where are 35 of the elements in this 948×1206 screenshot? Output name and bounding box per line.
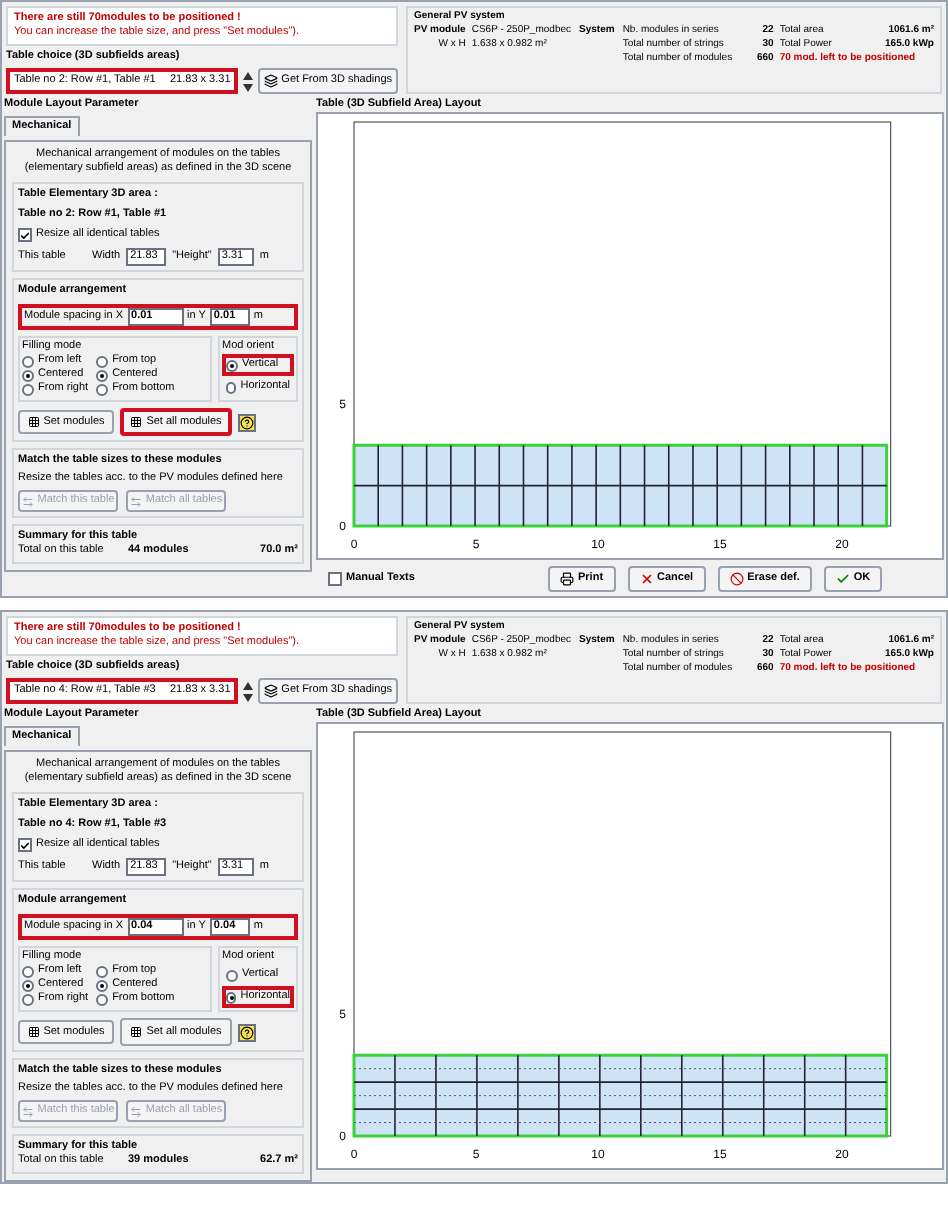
radio-button[interactable] [226, 991, 237, 1003]
grid-icon [27, 416, 40, 428]
radio-button[interactable] [226, 969, 238, 981]
radio-button[interactable] [22, 369, 34, 381]
radio-button[interactable] [96, 355, 109, 367]
grid-icon [130, 1026, 143, 1038]
radio-button[interactable] [22, 355, 34, 367]
checkbox[interactable] [328, 572, 342, 586]
radio-button[interactable] [22, 993, 34, 1005]
layers-icon [263, 74, 278, 88]
arrows-icon [21, 1105, 34, 1117]
cross-icon [639, 572, 654, 586]
arrows-icon [129, 1105, 142, 1117]
grid-icon [27, 1026, 40, 1038]
radio-button[interactable] [96, 979, 109, 991]
grid-icon [130, 416, 143, 428]
help-icon[interactable] [238, 1023, 256, 1041]
radio-button[interactable] [96, 383, 109, 395]
radio-button[interactable] [96, 993, 109, 1005]
checkbox[interactable] [18, 838, 32, 852]
radio-button[interactable] [226, 381, 237, 393]
radio-button[interactable] [226, 359, 238, 371]
radio-button[interactable] [96, 965, 109, 977]
check-icon [835, 572, 850, 586]
radio-button[interactable] [22, 965, 34, 977]
prohibited-icon [729, 572, 744, 586]
arrows-icon [129, 495, 142, 507]
printer-icon [560, 572, 574, 586]
arrows-icon [21, 495, 34, 507]
radio-button[interactable] [22, 979, 34, 991]
help-icon[interactable] [238, 413, 256, 431]
radio-button[interactable] [96, 369, 109, 381]
radio-button[interactable] [22, 383, 34, 395]
layers-icon [263, 684, 278, 698]
checkbox[interactable] [18, 228, 32, 242]
